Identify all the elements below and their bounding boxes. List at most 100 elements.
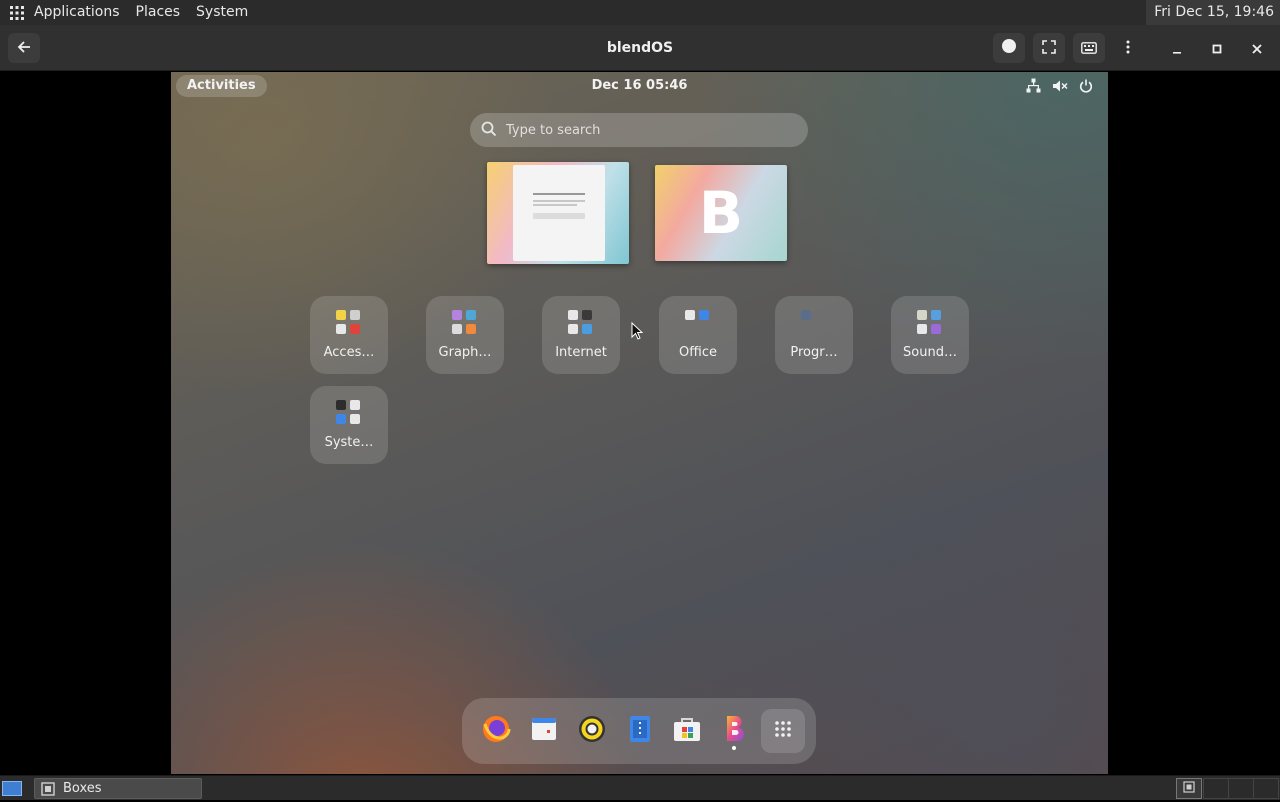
folder-internet[interactable]: Internet (542, 296, 620, 374)
folder-app-mini-icon (699, 324, 709, 334)
keyboard-button[interactable] (1073, 33, 1105, 63)
folder-label: Office (679, 345, 717, 360)
folder-app-mini-icon (917, 324, 927, 334)
folder-app-mini-icon (350, 310, 360, 320)
folder-office[interactable]: Office (659, 296, 737, 374)
folder-sound-video-icon (917, 310, 943, 336)
host-clock[interactable]: Fri Dec 15, 19:46 (1146, 0, 1280, 25)
folder-label: Progr… (790, 345, 838, 360)
dock-show-apps[interactable] (761, 709, 805, 753)
menu-button[interactable] (1112, 33, 1144, 63)
workspace-switcher-2[interactable] (1203, 778, 1229, 799)
taskbar-label: Boxes (63, 781, 102, 796)
menu-system[interactable]: System (196, 0, 256, 25)
workspace-thumbnail-1[interactable] (487, 162, 629, 264)
boxes-app-icon (1183, 780, 1195, 797)
rhythmbox-icon (578, 715, 606, 747)
host-bottom-panel: Boxes (0, 775, 1280, 800)
folder-app-mini-icon (350, 414, 360, 424)
power-icon (1077, 77, 1094, 94)
blendos-logo: B (698, 179, 744, 247)
folder-app-mini-icon (466, 310, 476, 320)
search-icon (481, 121, 497, 141)
boxes-app-icon (41, 782, 55, 802)
firefox-icon (481, 714, 511, 748)
folder-app-mini-icon (466, 324, 476, 334)
dock-calendar[interactable] (522, 709, 566, 753)
menu-applications[interactable]: Applications (34, 0, 128, 25)
folder-app-mini-icon (582, 310, 592, 320)
calendar-icon (531, 716, 557, 746)
vm-display[interactable]: Dec 16 05:46 Activities B (171, 72, 1108, 774)
kebab-menu-icon (1126, 39, 1130, 58)
folder-system-tools-icon (336, 400, 362, 426)
window-titlebar: blendOS (0, 25, 1280, 71)
folder-app-mini-icon (452, 310, 462, 320)
text-editor-icon (629, 715, 651, 747)
folder-app-mini-icon (452, 324, 462, 334)
guest-top-bar: Dec 16 05:46 Activities (171, 72, 1108, 100)
dock-rhythmbox[interactable] (570, 709, 614, 753)
show-desktop-button[interactable] (2, 781, 22, 796)
workspace-thumbnail-2[interactable]: B (655, 165, 787, 261)
folder-app-mini-icon (350, 324, 360, 334)
folder-app-mini-icon (685, 324, 695, 334)
app-grid-icon (774, 720, 792, 742)
maximize-button[interactable] (1201, 33, 1233, 63)
fullscreen-button[interactable] (1033, 33, 1065, 63)
installer-window-thumbnail (513, 165, 605, 261)
folder-app-mini-icon (568, 324, 578, 334)
folder-app-mini-icon (931, 324, 941, 334)
dock-text-editor[interactable] (618, 709, 662, 753)
mouse-pointer-icon (631, 321, 644, 344)
minimize-icon (1172, 39, 1182, 58)
search-field[interactable] (470, 113, 808, 147)
workspace-switcher-active[interactable] (1176, 778, 1202, 799)
folder-accessories[interactable]: Acces… (310, 296, 388, 374)
guest-clock[interactable]: Dec 16 05:46 (171, 72, 1108, 100)
folder-system-tools[interactable]: Syste… (310, 386, 388, 464)
folder-app-mini-icon (815, 324, 825, 334)
folder-programming[interactable]: Progr… (775, 296, 853, 374)
record-circle-icon (1001, 38, 1017, 58)
dock-software[interactable] (665, 709, 709, 753)
folder-app-mini-icon (336, 414, 346, 424)
menu-places[interactable]: Places (136, 0, 189, 25)
workspace-switcher-3[interactable] (1228, 778, 1254, 799)
workspace-switcher-4[interactable] (1253, 778, 1279, 799)
folder-app-mini-icon (801, 310, 811, 320)
software-store-icon (673, 716, 701, 746)
folder-graphics[interactable]: Graph… (426, 296, 504, 374)
folder-internet-icon (568, 310, 594, 336)
search-input[interactable] (506, 113, 796, 147)
back-button[interactable] (8, 33, 40, 63)
back-arrow-icon (17, 39, 31, 58)
folder-label: Graph… (438, 345, 492, 360)
dock-firefox[interactable] (474, 709, 518, 753)
folder-app-mini-icon (582, 324, 592, 334)
folder-programming-icon (801, 310, 827, 336)
folder-label: Syste… (324, 435, 374, 450)
folder-label: Internet (555, 345, 607, 360)
folder-sound-video[interactable]: Sound… (891, 296, 969, 374)
host-top-panel: Applications Places System Fri Dec 15, 1… (0, 0, 1280, 25)
folder-label: Acces… (323, 345, 375, 360)
activities-button[interactable]: Activities (176, 75, 267, 97)
folder-app-mini-icon (931, 310, 941, 320)
folder-app-mini-icon (801, 324, 811, 334)
folder-app-mini-icon (685, 310, 695, 320)
app-grid-icon[interactable] (0, 0, 34, 25)
keyboard-icon (1081, 39, 1097, 58)
blendos-icon (724, 714, 746, 748)
dash (462, 698, 816, 764)
screenshot-button[interactable] (993, 33, 1025, 63)
folder-app-mini-icon (699, 310, 709, 320)
taskbar-button-boxes[interactable]: Boxes (34, 778, 202, 799)
folder-label: Sound… (903, 345, 957, 360)
folder-app-mini-icon (815, 310, 825, 320)
minimize-button[interactable] (1161, 33, 1193, 63)
fullscreen-icon (1042, 39, 1056, 58)
folder-app-mini-icon (336, 400, 346, 410)
close-button[interactable] (1241, 33, 1273, 63)
guest-status-area[interactable] (1025, 77, 1094, 94)
